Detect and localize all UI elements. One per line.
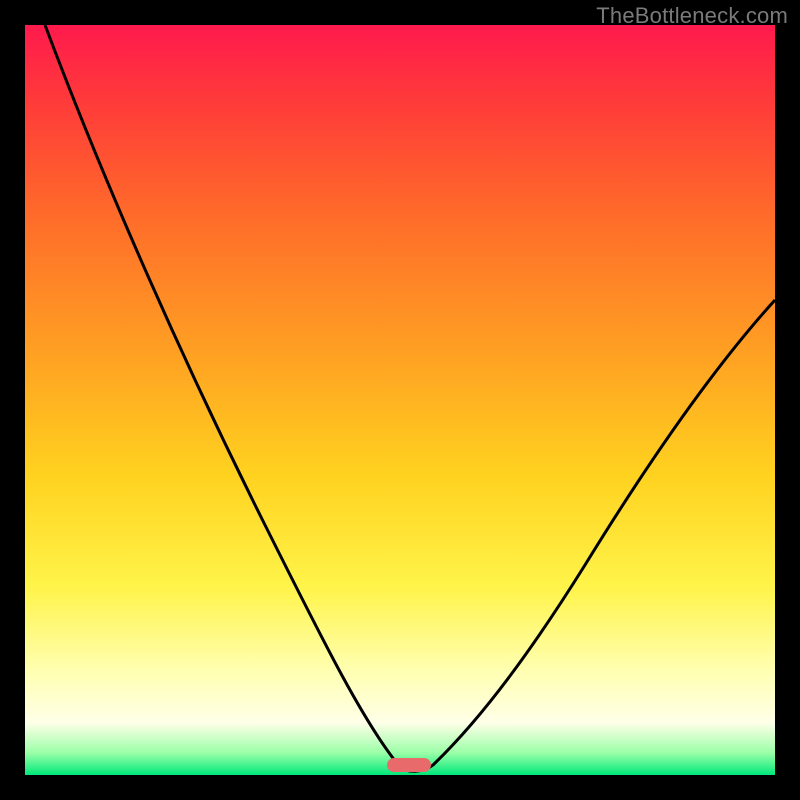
- chart-gradient-background: [25, 25, 775, 775]
- optimal-marker: [387, 758, 431, 772]
- watermark-text: TheBottleneck.com: [596, 3, 788, 29]
- chart-frame: [25, 25, 775, 775]
